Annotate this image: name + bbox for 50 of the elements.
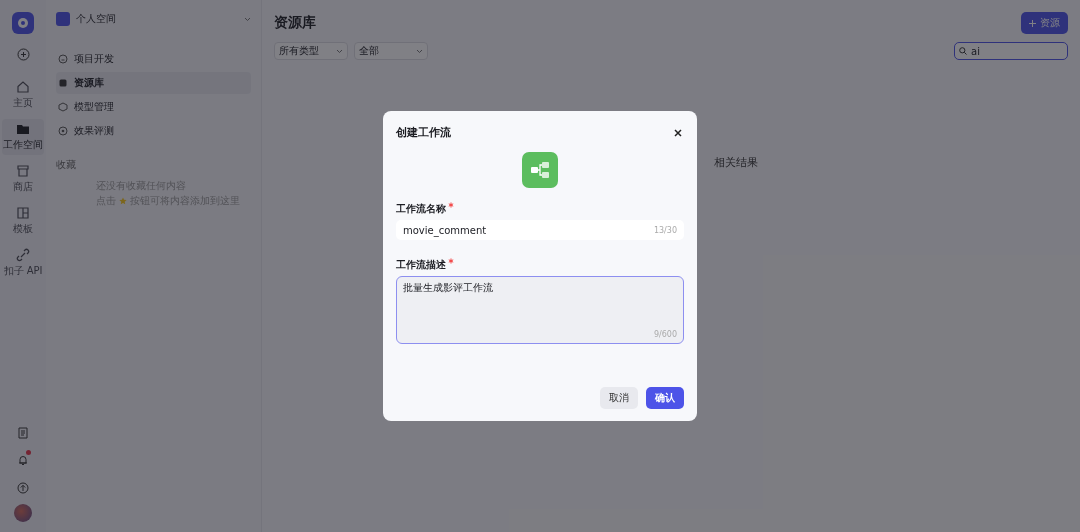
field-label: 工作流描述: [396, 258, 446, 272]
chevron-down-icon: [244, 16, 251, 22]
rail-item[interactable]: 主页: [12, 77, 34, 113]
store-icon: [16, 164, 30, 178]
cancel-button[interactable]: 取消: [600, 387, 638, 409]
search-icon: [959, 47, 967, 55]
upload-icon[interactable]: [17, 482, 29, 494]
filter-dropdown[interactable]: 所有类型: [274, 42, 348, 60]
sidebar-item[interactable]: 项目开发: [56, 48, 251, 70]
document-icon[interactable]: [17, 427, 29, 439]
char-counter: 13/30: [653, 225, 677, 235]
logo-icon[interactable]: [12, 12, 34, 34]
sidebar-item[interactable]: 效果评测: [56, 120, 251, 142]
search-field[interactable]: ai: [954, 42, 1068, 60]
avatar[interactable]: [14, 504, 32, 522]
rail-item[interactable]: 模板: [12, 203, 34, 239]
workflow-icon: [522, 152, 558, 188]
filter-dropdown[interactable]: 全部: [354, 42, 428, 60]
rail-item[interactable]: 扣子 API: [2, 245, 44, 281]
char-counter: 9/600: [653, 330, 677, 339]
confirm-button[interactable]: 确认: [646, 387, 684, 409]
layout-icon: [16, 206, 30, 220]
field-label: 工作流名称: [396, 202, 446, 216]
rail-item[interactable]: 工作空间: [2, 119, 44, 155]
star-icon: [119, 196, 127, 205]
plus-icon: [1029, 19, 1036, 27]
description-field[interactable]: 批量生成影评工作流 9/600: [396, 276, 684, 344]
smile-icon: [58, 54, 68, 64]
target-icon: [58, 126, 68, 136]
workspace-name[interactable]: 个人空间: [76, 12, 116, 26]
dialog-title: 创建工作流: [396, 125, 451, 140]
chevron-down-icon: [336, 48, 343, 54]
rail-item[interactable]: 商店: [12, 161, 34, 197]
folder-icon: [16, 122, 30, 136]
bell-icon[interactable]: [17, 454, 29, 466]
sidebar-item[interactable]: 模型管理: [56, 96, 251, 118]
empty-result-text: 相关结果: [714, 155, 759, 170]
name-field[interactable]: movie_comment 13/30: [396, 220, 684, 240]
sidebar-item[interactable]: 资源库: [56, 72, 251, 94]
chevron-down-icon: [416, 48, 423, 54]
workspace-avatar: [56, 12, 70, 26]
cube-icon: [58, 102, 68, 112]
add-resource-button[interactable]: 资源: [1021, 12, 1068, 34]
close-button[interactable]: [672, 126, 684, 139]
home-icon: [16, 80, 30, 94]
page-title: 资源库: [274, 14, 316, 32]
link-icon: [16, 248, 30, 262]
section-title: 收藏: [56, 158, 77, 172]
add-icon[interactable]: [16, 48, 30, 61]
box-icon: [58, 78, 68, 88]
